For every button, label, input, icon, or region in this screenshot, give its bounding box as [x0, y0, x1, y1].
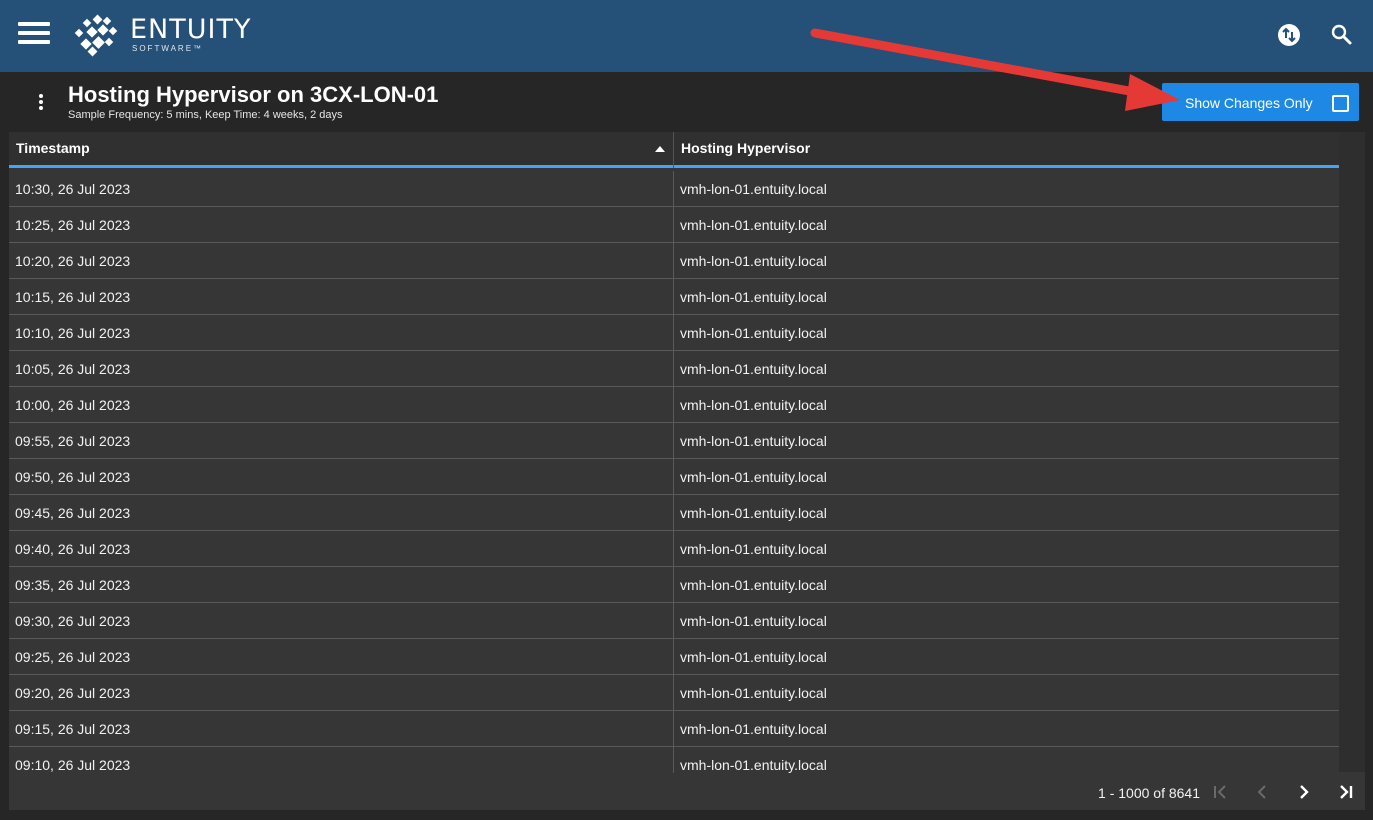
grid-header: Timestamp Hosting Hypervisor: [9, 132, 1339, 168]
table-row[interactable]: 10:00, 26 Jul 2023 vmh-lon-01.entuity.loc…: [9, 387, 1339, 423]
show-changes-only-toggle[interactable]: Show Changes Only: [1162, 83, 1359, 121]
timestamp-cell: 10:05, 26 Jul 2023: [15, 361, 131, 377]
table-row[interactable]: 10:10, 26 Jul 2023 vmh-lon-01.entuity.loc…: [9, 315, 1339, 351]
hypervisor-cell: vmh-lon-01.entuity.local: [680, 397, 827, 413]
hypervisor-cell: vmh-lon-01.entuity.local: [680, 613, 827, 629]
hypervisor-cell: vmh-lon-01.entuity.local: [680, 253, 827, 269]
top-app-bar: ENTUITY SOFTWARE™: [0, 0, 1373, 72]
table-row[interactable]: 09:30, 26 Jul 2023 vmh-lon-01.entuity.loc…: [9, 603, 1339, 639]
vertical-scrollbar[interactable]: [1339, 132, 1365, 772]
table-row[interactable]: 10:25, 26 Jul 2023 vmh-lon-01.entuity.loc…: [9, 207, 1339, 243]
table-row[interactable]: 10:30, 26 Jul 2023 vmh-lon-01.entuity.loc…: [9, 171, 1339, 207]
table-row[interactable]: 09:35, 26 Jul 2023 vmh-lon-01.entuity.loc…: [9, 567, 1339, 603]
sort-ascending-icon[interactable]: [655, 146, 665, 152]
last-page-icon[interactable]: [1335, 781, 1357, 803]
show-changes-only-checkbox[interactable]: [1332, 95, 1349, 112]
hypervisor-cell: vmh-lon-01.entuity.local: [680, 757, 827, 773]
hypervisor-cell: vmh-lon-01.entuity.local: [680, 649, 827, 665]
table-row[interactable]: 09:25, 26 Jul 2023 vmh-lon-01.entuity.loc…: [9, 639, 1339, 675]
table-row[interactable]: 09:15, 26 Jul 2023 vmh-lon-01.entuity.loc…: [9, 711, 1339, 747]
pagination-range: 1 - 1000 of 8641: [1098, 785, 1200, 801]
timestamp-cell: 09:45, 26 Jul 2023: [15, 505, 131, 521]
previous-page-icon[interactable]: [1251, 781, 1273, 803]
page-title: Hosting Hypervisor on 3CX-LON-01: [68, 82, 439, 107]
column-header-timestamp[interactable]: Timestamp: [9, 132, 673, 165]
logo-subtitle: SOFTWARE™: [132, 44, 204, 53]
column-header-label: Timestamp: [16, 140, 90, 156]
hypervisor-cell: vmh-lon-01.entuity.local: [680, 469, 827, 485]
timestamp-cell: 09:10, 26 Jul 2023: [15, 757, 131, 773]
timestamp-cell: 10:25, 26 Jul 2023: [15, 217, 131, 233]
hypervisor-cell: vmh-lon-01.entuity.local: [680, 325, 827, 341]
search-icon[interactable]: [1329, 22, 1355, 48]
timestamp-cell: 10:30, 26 Jul 2023: [15, 181, 131, 197]
pagination-bar: 1 - 1000 of 8641: [9, 773, 1365, 810]
hypervisor-cell: vmh-lon-01.entuity.local: [680, 505, 827, 521]
timestamp-cell: 09:40, 26 Jul 2023: [15, 541, 131, 557]
timestamp-cell: 09:20, 26 Jul 2023: [15, 685, 131, 701]
hypervisor-cell: vmh-lon-01.entuity.local: [680, 433, 827, 449]
table-row[interactable]: 10:05, 26 Jul 2023 vmh-lon-01.entuity.loc…: [9, 351, 1339, 387]
hypervisor-cell: vmh-lon-01.entuity.local: [680, 289, 827, 305]
hypervisor-cell: vmh-lon-01.entuity.local: [680, 577, 827, 593]
timestamp-cell: 10:00, 26 Jul 2023: [15, 397, 131, 413]
timestamp-cell: 09:50, 26 Jul 2023: [15, 469, 131, 485]
table-row[interactable]: 09:10, 26 Jul 2023 vmh-lon-01.entuity.loc…: [9, 747, 1339, 773]
swap-icon[interactable]: [1276, 22, 1302, 48]
hypervisor-cell: vmh-lon-01.entuity.local: [680, 361, 827, 377]
table-row[interactable]: 10:15, 26 Jul 2023 vmh-lon-01.entuity.loc…: [9, 279, 1339, 315]
timestamp-cell: 10:20, 26 Jul 2023: [15, 253, 131, 269]
timestamp-cell: 09:55, 26 Jul 2023: [15, 433, 131, 449]
column-divider: [673, 171, 674, 773]
entuity-logo[interactable]: ENTUITY SOFTWARE™: [72, 14, 251, 58]
grid-rows: 10:30, 26 Jul 2023 vmh-lon-01.entuity.loc…: [9, 171, 1339, 773]
hypervisor-cell: vmh-lon-01.entuity.local: [680, 181, 827, 197]
page-subtitle: Sample Frequency: 5 mins, Keep Time: 4 w…: [68, 109, 343, 121]
column-header-label: Hosting Hypervisor: [681, 140, 811, 156]
timestamp-cell: 09:35, 26 Jul 2023: [15, 577, 131, 593]
hypervisor-cell: vmh-lon-01.entuity.local: [680, 217, 827, 233]
logo-name: ENTUITY: [130, 14, 252, 45]
hypervisor-cell: vmh-lon-01.entuity.local: [680, 685, 827, 701]
table-row[interactable]: 09:50, 26 Jul 2023 vmh-lon-01.entuity.loc…: [9, 459, 1339, 495]
table-row[interactable]: 09:45, 26 Jul 2023 vmh-lon-01.entuity.loc…: [9, 495, 1339, 531]
hypervisor-cell: vmh-lon-01.entuity.local: [680, 721, 827, 737]
timestamp-cell: 10:10, 26 Jul 2023: [15, 325, 131, 341]
data-grid: Timestamp Hosting Hypervisor 10:30, 26 J…: [9, 132, 1365, 810]
timestamp-cell: 10:15, 26 Jul 2023: [15, 289, 131, 305]
first-page-icon[interactable]: [1209, 781, 1231, 803]
table-row[interactable]: 09:55, 26 Jul 2023 vmh-lon-01.entuity.loc…: [9, 423, 1339, 459]
timestamp-cell: 09:30, 26 Jul 2023: [15, 613, 131, 629]
hamburger-icon[interactable]: [18, 22, 50, 46]
next-page-icon[interactable]: [1293, 781, 1315, 803]
table-row[interactable]: 09:40, 26 Jul 2023 vmh-lon-01.entuity.loc…: [9, 531, 1339, 567]
timestamp-cell: 09:15, 26 Jul 2023: [15, 721, 131, 737]
page-header: Hosting Hypervisor on 3CX-LON-01 Sample …: [0, 72, 1373, 132]
table-row[interactable]: 10:20, 26 Jul 2023 vmh-lon-01.entuity.loc…: [9, 243, 1339, 279]
show-changes-only-label: Show Changes Only: [1185, 95, 1313, 111]
more-options-icon[interactable]: [34, 94, 48, 114]
timestamp-cell: 09:25, 26 Jul 2023: [15, 649, 131, 665]
column-header-hosting-hypervisor[interactable]: Hosting Hypervisor: [674, 132, 1339, 165]
logo-mark-icon: [74, 14, 118, 57]
hypervisor-cell: vmh-lon-01.entuity.local: [680, 541, 827, 557]
table-row[interactable]: 09:20, 26 Jul 2023 vmh-lon-01.entuity.loc…: [9, 675, 1339, 711]
